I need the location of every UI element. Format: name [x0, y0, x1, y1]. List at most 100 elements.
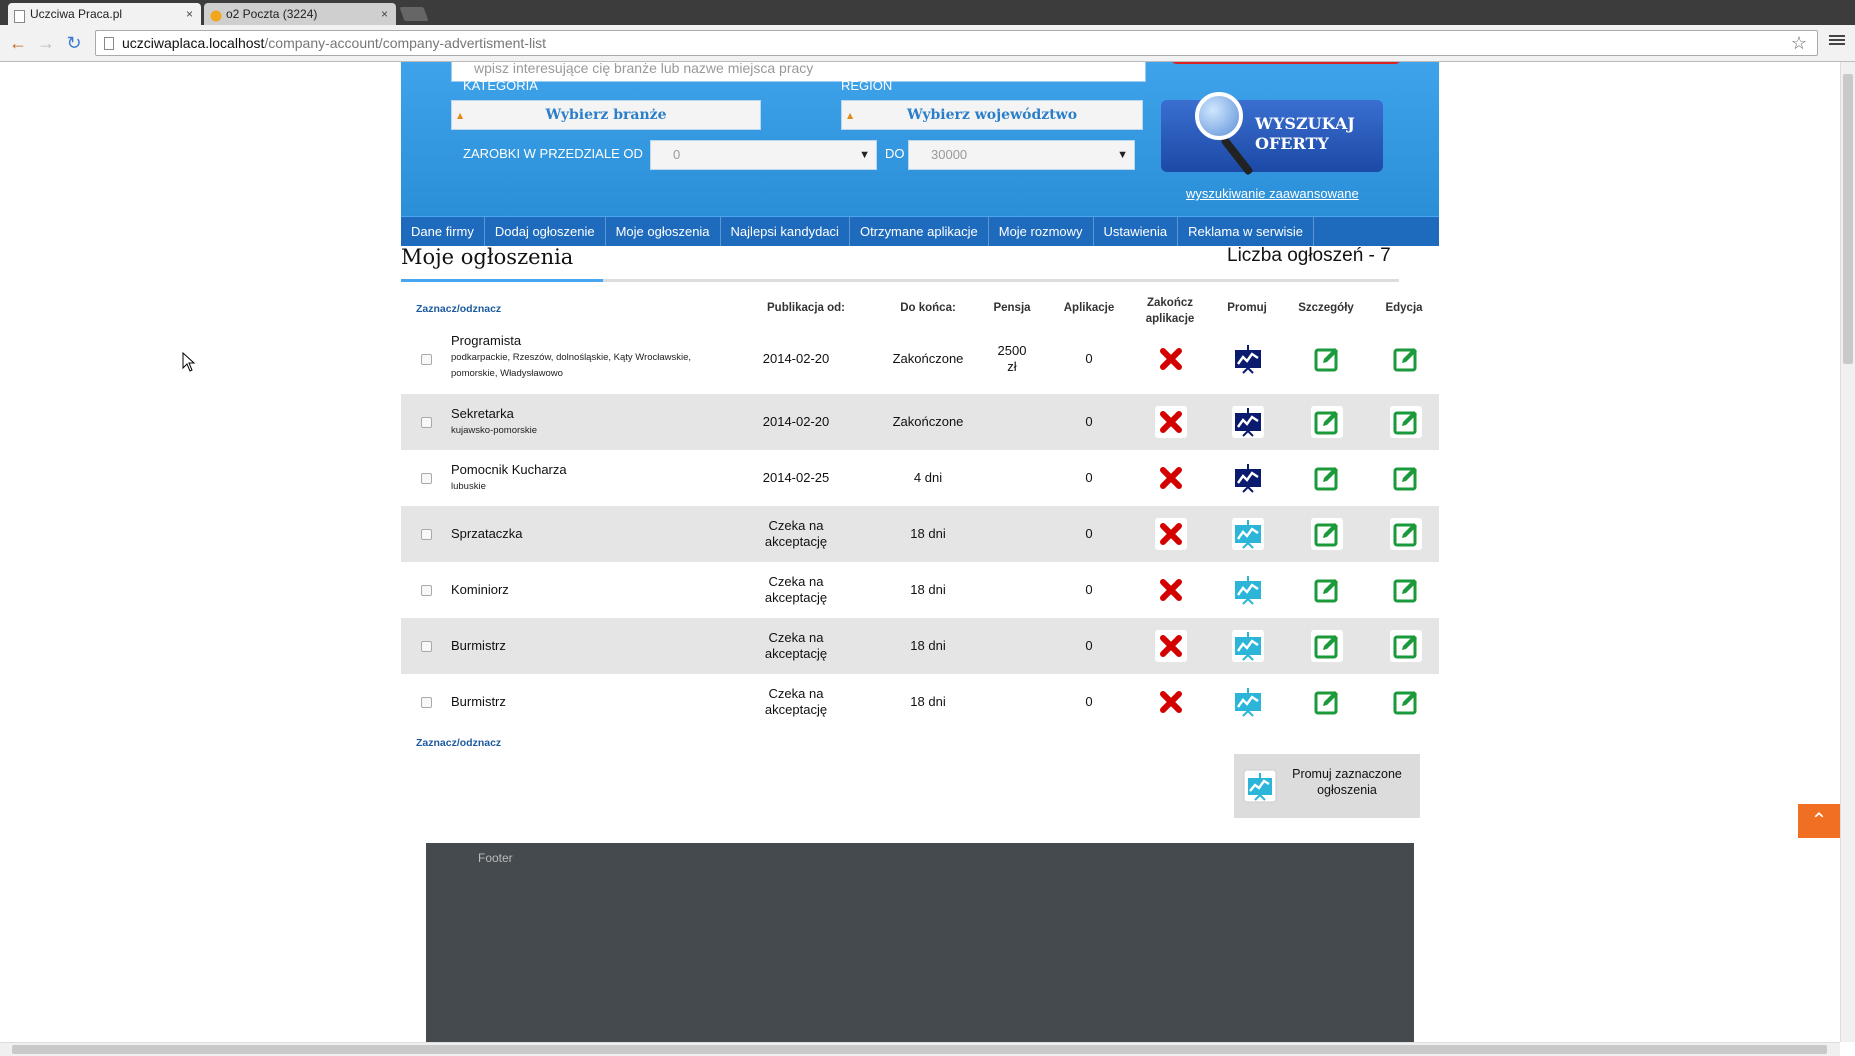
salary-label: ZAROBKI W PRZEDZIALE OD: [463, 146, 643, 161]
title-underline-accent: [401, 279, 603, 282]
close-icon[interactable]: ×: [186, 3, 193, 25]
end-applications-icon[interactable]: [1154, 685, 1188, 719]
bookmark-star-icon[interactable]: ☆: [1791, 31, 1807, 55]
edit-icon[interactable]: [1389, 461, 1423, 495]
scrollbar-thumb[interactable]: [12, 1045, 1827, 1054]
promote-chart-icon[interactable]: [1231, 405, 1265, 439]
end-applications-icon[interactable]: [1154, 342, 1188, 376]
region-select[interactable]: ▲ Wybierz województwo: [841, 100, 1143, 130]
tab-o2-poczta[interactable]: o2 Poczta (3224) ×: [204, 3, 396, 25]
table-row: Pomocnik Kucharza lubuskie 2014-02-25 4 dni…: [401, 450, 1439, 506]
promote-chart-icon[interactable]: [1231, 461, 1265, 495]
applications-count: 0: [1085, 694, 1093, 709]
edit-icon[interactable]: [1389, 629, 1423, 663]
row-checkbox[interactable]: [421, 354, 432, 365]
details-edit-icon[interactable]: [1310, 573, 1344, 607]
advert-title[interactable]: Sekretarka: [451, 406, 514, 421]
promote-chart-icon[interactable]: [1231, 342, 1265, 376]
menu-icon[interactable]: [1829, 33, 1845, 47]
published-date: 2014-02-20: [746, 414, 846, 430]
forward-icon[interactable]: →: [36, 33, 56, 53]
salary-to-select[interactable]: 30000 ▼: [908, 140, 1135, 170]
table-row: Kominiorz Czeka na akceptację 18 dni 0: [401, 562, 1439, 618]
edit-icon[interactable]: [1389, 405, 1423, 439]
details-edit-icon[interactable]: [1310, 517, 1344, 551]
time-remaining: Zakończone: [892, 351, 964, 366]
advert-title[interactable]: Programista: [451, 333, 521, 348]
select-arrows-icon: ▲: [847, 110, 854, 120]
details-edit-icon[interactable]: [1310, 342, 1344, 376]
row-checkbox[interactable]: [421, 529, 432, 540]
end-applications-icon[interactable]: [1154, 517, 1188, 551]
advert-count: Liczba ogłoszeń - 7: [1227, 245, 1391, 266]
nav-ustawienia[interactable]: Ustawienia: [1094, 217, 1179, 246]
select-all-link-bottom[interactable]: Zaznacz/odznacz: [416, 737, 501, 749]
promote-selected-button[interactable]: Promuj zaznaczone ogłoszenia: [1234, 754, 1420, 818]
search-button-label-1: WYSZUKAJ: [1255, 114, 1355, 133]
salary-from-select[interactable]: 0 ▼: [650, 140, 877, 170]
row-checkbox[interactable]: [421, 697, 432, 708]
vertical-scrollbar[interactable]: [1840, 62, 1855, 1042]
end-applications-icon[interactable]: [1154, 573, 1188, 607]
advert-title[interactable]: Burmistrz: [451, 638, 506, 653]
salary-to-label: DO: [885, 146, 905, 161]
browser-tab-bar: Uczciwa Praca.pl × o2 Poczta (3224) ×: [0, 0, 1855, 25]
tab-uczciwa-praca[interactable]: Uczciwa Praca.pl ×: [8, 3, 201, 25]
search-offers-button[interactable]: WYSZUKAJ OFERTY: [1161, 92, 1383, 176]
horizontal-scrollbar[interactable]: [0, 1042, 1840, 1056]
details-edit-icon[interactable]: [1310, 685, 1344, 719]
promote-chart-icon[interactable]: [1231, 685, 1265, 719]
edit-icon[interactable]: [1389, 342, 1423, 376]
nav-otrzymane-aplikacje[interactable]: Otrzymane aplikacje: [850, 217, 989, 246]
url-path: /company-account/company-advertisment-li…: [264, 35, 547, 51]
edit-icon[interactable]: [1389, 517, 1423, 551]
category-select[interactable]: ▲ Wybierz branże: [451, 100, 761, 130]
address-bar[interactable]: uczciwaplaca.localhost/company-account/c…: [95, 30, 1818, 56]
published-line-1: Czeka na: [768, 630, 824, 645]
reload-icon[interactable]: ↻: [64, 33, 84, 53]
advert-title[interactable]: Pomocnik Kucharza: [451, 462, 567, 477]
row-checkbox[interactable]: [421, 417, 432, 428]
details-edit-icon[interactable]: [1310, 405, 1344, 439]
new-tab-button[interactable]: [399, 7, 429, 21]
advert-title[interactable]: Sprzataczka: [451, 526, 523, 541]
browser-toolbar: ← → ↻ uczciwaplaca.localhost/company-acc…: [0, 25, 1855, 62]
nav-najlepsi-kandydaci[interactable]: Najlepsi kandydaci: [721, 217, 850, 246]
nav-dodaj-ogloszenie[interactable]: Dodaj ogłoszenie: [485, 217, 606, 246]
back-icon[interactable]: ←: [8, 33, 28, 53]
advanced-search-link[interactable]: wyszukiwanie zaawansowane: [1186, 186, 1359, 201]
nav-reklama[interactable]: Reklama w serwisie: [1178, 217, 1314, 246]
end-applications-icon[interactable]: [1154, 405, 1188, 439]
promote-chart-icon[interactable]: [1231, 573, 1265, 607]
advert-title[interactable]: Kominiorz: [451, 582, 509, 597]
published-date: Czeka na akceptację: [746, 686, 846, 718]
nav-dane-firmy[interactable]: Dane firmy: [401, 217, 485, 246]
scrollbar-thumb[interactable]: [1843, 74, 1853, 364]
scroll-to-top-button[interactable]: ⌃: [1798, 804, 1840, 838]
region-label: REGION: [841, 78, 893, 93]
nav-moje-rozmowy[interactable]: Moje rozmowy: [989, 217, 1094, 246]
published-line-1: 2014-02-20: [762, 351, 830, 366]
end-applications-icon[interactable]: [1154, 629, 1188, 663]
row-checkbox[interactable]: [421, 641, 432, 652]
advert-title[interactable]: Burmistrz: [451, 694, 506, 709]
promote-chart-icon[interactable]: [1231, 629, 1265, 663]
select-all-link[interactable]: Zaznacz/odznacz: [416, 303, 501, 315]
published-line-2: akceptację: [764, 590, 828, 605]
close-icon[interactable]: ×: [381, 3, 388, 25]
salary-line-2: zł: [1007, 359, 1017, 374]
row-checkbox[interactable]: [421, 473, 432, 484]
edit-icon[interactable]: [1389, 685, 1423, 719]
salary-to-value: 30000: [931, 147, 968, 162]
edit-icon[interactable]: [1389, 573, 1423, 607]
applications-count: 0: [1085, 526, 1093, 541]
end-applications-icon[interactable]: [1154, 461, 1188, 495]
col-details: Szczegóły: [1298, 302, 1354, 314]
details-edit-icon[interactable]: [1310, 461, 1344, 495]
row-checkbox[interactable]: [421, 585, 432, 596]
promote-chart-icon[interactable]: [1231, 517, 1265, 551]
keyword-search-input[interactable]: wpisz interesujące cię branże lub nazwe …: [451, 62, 1146, 82]
search-panel: wpisz interesujące cię branże lub nazwe …: [401, 62, 1439, 216]
details-edit-icon[interactable]: [1310, 629, 1344, 663]
nav-moje-ogloszenia[interactable]: Moje ogłoszenia: [606, 217, 721, 246]
